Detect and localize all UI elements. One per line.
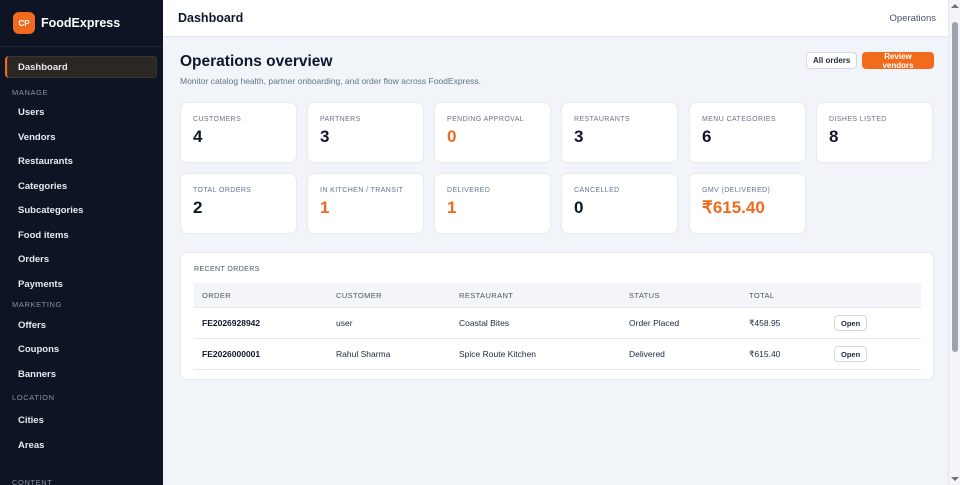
- stat-value: 0: [574, 198, 584, 217]
- stat-value: 3: [320, 127, 330, 146]
- stat-card-cancelled: CANCELLED 0: [561, 173, 678, 234]
- order-customer: user: [336, 318, 353, 328]
- scrollbar[interactable]: [948, 0, 960, 485]
- sidebar-section-manage: MANAGE: [12, 87, 49, 97]
- sidebar-item-orders[interactable]: Orders: [5, 247, 157, 272]
- order-customer: Rahul Sharma: [336, 349, 391, 359]
- scroll-up-icon[interactable]: [951, 4, 959, 8]
- sidebar-item-food-items[interactable]: Food items: [5, 223, 157, 247]
- stat-value: 3: [574, 127, 584, 146]
- overview-title: Operations overview: [180, 53, 333, 70]
- stat-card-gmv: GMV (DELIVERED) ₹615.40: [689, 173, 806, 234]
- stat-value: 2: [193, 198, 203, 217]
- sidebar-item-payments[interactable]: Payments: [5, 272, 157, 296]
- column-header-total: TOTAL: [749, 290, 775, 300]
- column-header-order: ORDER: [202, 290, 232, 300]
- stat-card-dishes-listed: DISHES LISTED 8: [816, 102, 933, 163]
- sidebar-item-offers[interactable]: Offers: [5, 313, 157, 337]
- topbar-operations-link[interactable]: Operations: [890, 13, 936, 24]
- recent-orders-card: RECENT ORDERS ORDER CUSTOMER RESTAURANT …: [180, 252, 934, 380]
- stat-card-in-kitchen: IN KITCHEN / TRANSIT 1: [307, 173, 424, 234]
- order-restaurant: Coastal Bites: [459, 318, 510, 328]
- review-vendors-button[interactable]: Review vendors: [862, 52, 934, 70]
- brand-logo: CP: [13, 12, 35, 34]
- scrollbar-thumb[interactable]: [952, 22, 958, 352]
- sidebar-item-users[interactable]: Users: [5, 100, 157, 125]
- stat-label: TOTAL ORDERS: [193, 187, 252, 194]
- order-total: ₹615.40: [749, 348, 781, 359]
- stat-label: DELIVERED: [447, 187, 491, 194]
- brand-name: FoodExpress: [41, 16, 121, 30]
- column-header-customer: CUSTOMER: [336, 290, 382, 300]
- stat-card-pending-approval: PENDING APPROVAL 0: [434, 102, 551, 163]
- sidebar: CP FoodExpress Dashboard MANAGE Users Ve…: [0, 0, 163, 485]
- sidebar-item-vendors[interactable]: Vendors: [5, 125, 157, 149]
- order-id: FE2026000001: [202, 349, 261, 359]
- stat-label: MENU CATEGORIES: [702, 116, 776, 123]
- order-id: FE2026928942: [202, 318, 261, 328]
- overview-subtitle: Monitor catalog health, partner onboardi…: [180, 76, 481, 86]
- page-title: Dashboard: [178, 11, 244, 25]
- sidebar-item-coupons[interactable]: Coupons: [5, 337, 157, 362]
- recent-orders-title: RECENT ORDERS: [194, 266, 260, 273]
- sidebar-section-marketing: MARKETING: [12, 300, 62, 309]
- order-restaurant: Spice Route Kitchen: [459, 349, 537, 359]
- table-row: FE2026000001 Rahul Sharma Spice Route Ki…: [194, 339, 921, 370]
- sidebar-item-areas[interactable]: Areas: [5, 433, 157, 457]
- all-orders-button[interactable]: All orders: [806, 52, 858, 69]
- sidebar-item-banners[interactable]: Banners: [5, 362, 157, 386]
- sidebar-item-cities[interactable]: Cities: [5, 408, 157, 433]
- topbar: Dashboard Operations: [163, 0, 948, 37]
- stat-card-restaurants: RESTAURANTS 3: [561, 102, 678, 163]
- sidebar-section-location: LOCATION: [12, 392, 55, 402]
- stat-card-partners: PARTNERS 3: [307, 102, 424, 163]
- stat-label: PARTNERS: [320, 116, 361, 123]
- sidebar-item-dashboard[interactable]: Dashboard: [5, 56, 157, 78]
- stat-value: ₹615.40: [702, 198, 765, 217]
- stat-value: 1: [320, 198, 330, 217]
- stats-grid: CUSTOMERS 4 PARTNERS 3 PENDING APPROVAL …: [180, 102, 934, 249]
- column-header-status: STATUS: [629, 290, 660, 300]
- stat-card-customers: CUSTOMERS 4: [180, 102, 297, 163]
- main-content: Operations overview Monitor catalog heal…: [180, 37, 934, 380]
- overview-header: Operations overview Monitor catalog heal…: [180, 37, 934, 102]
- open-order-button[interactable]: Open: [834, 346, 868, 362]
- scroll-down-icon[interactable]: [951, 477, 959, 481]
- sidebar-item-categories[interactable]: Categories: [5, 174, 157, 198]
- stat-card-delivered: DELIVERED 1: [434, 173, 551, 234]
- column-header-restaurant: RESTAURANT: [459, 290, 514, 300]
- stat-label: IN KITCHEN / TRANSIT: [320, 187, 404, 194]
- order-status: Order Placed: [629, 318, 680, 328]
- stat-value: 8: [829, 127, 839, 146]
- stat-value: 6: [702, 127, 712, 146]
- sidebar-item-subcategories[interactable]: Subcategories: [5, 198, 157, 223]
- stat-label: RESTAURANTS: [574, 116, 630, 123]
- stat-card-total-orders: TOTAL ORDERS 2: [180, 173, 297, 234]
- stat-value: 0: [447, 127, 457, 146]
- stat-label: CUSTOMERS: [193, 116, 242, 123]
- stat-label: DISHES LISTED: [829, 116, 887, 123]
- open-order-button[interactable]: Open: [834, 315, 868, 331]
- stat-card-menu-categories: MENU CATEGORIES 6: [689, 102, 806, 163]
- table-row: FE2026928942 user Coastal Bites Order Pl…: [194, 308, 921, 339]
- brand[interactable]: CP FoodExpress: [0, 0, 163, 47]
- stat-label: PENDING APPROVAL: [447, 116, 525, 123]
- sidebar-section-content: CONTENT: [12, 478, 53, 485]
- stat-value: 4: [193, 127, 203, 146]
- stat-label: GMV (DELIVERED): [702, 187, 771, 194]
- table-header: ORDER CUSTOMER RESTAURANT STATUS TOTAL: [194, 283, 921, 308]
- order-status: Delivered: [629, 349, 665, 359]
- stat-value: 1: [447, 198, 457, 217]
- recent-orders-table: ORDER CUSTOMER RESTAURANT STATUS TOTAL F…: [194, 283, 921, 370]
- stat-label: CANCELLED: [574, 187, 620, 194]
- order-total: ₹458.95: [749, 317, 781, 328]
- sidebar-item-restaurants[interactable]: Restaurants: [5, 149, 157, 174]
